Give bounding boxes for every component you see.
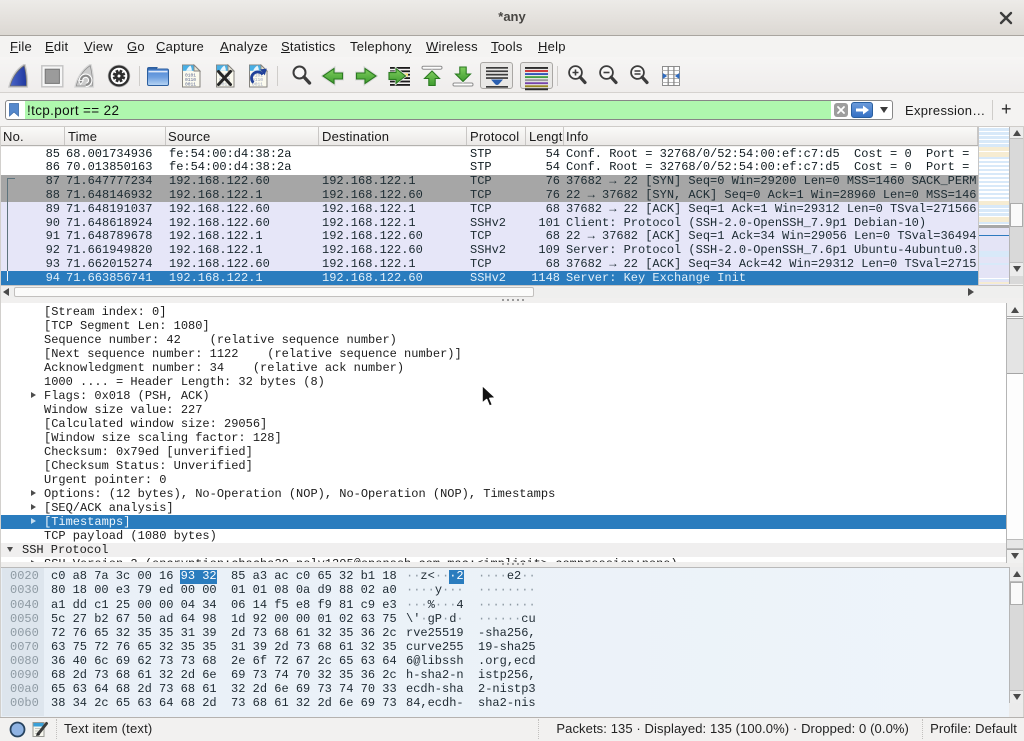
svg-text:0011: 0011	[185, 81, 196, 87]
